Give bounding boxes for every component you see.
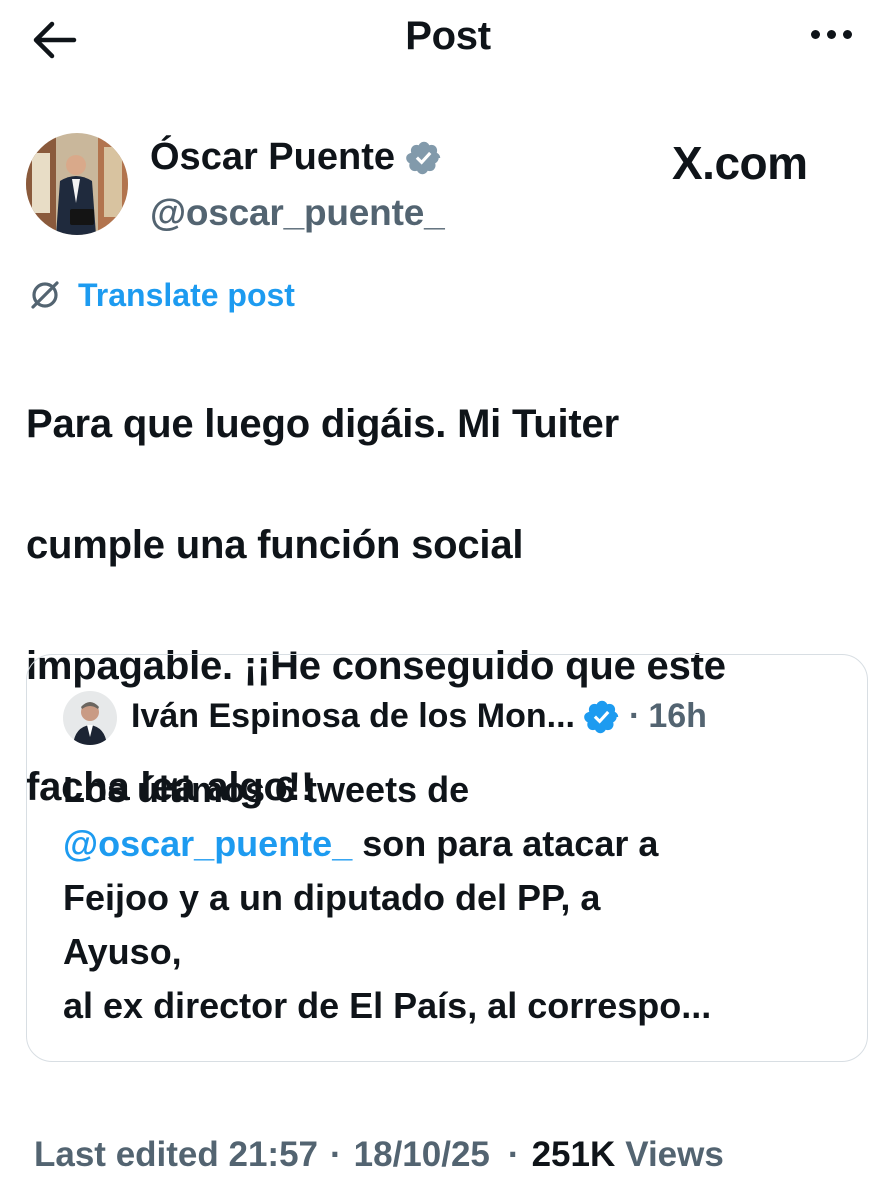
quoted-text-line: al ex director de El País, al correspo..… <box>63 985 712 1026</box>
quoted-text-line: @oscar_puente_ son para atacar a <box>63 817 853 871</box>
quoted-author-name[interactable]: Iván Espinosa de los Mon... <box>131 697 575 736</box>
quoted-avatar-photo <box>63 691 117 745</box>
x-watermark: X.com <box>672 137 808 189</box>
quoted-separator: · <box>628 697 641 735</box>
edited-timestamp[interactable]: Last edited 21:57 <box>34 1135 318 1175</box>
quoted-text-line: Ayuso, <box>63 931 182 972</box>
post-text-line: Para que luego digáis. Mi Tuiter <box>26 401 619 446</box>
quoted-author-avatar[interactable] <box>63 691 117 745</box>
quoted-post-card[interactable]: Iván Espinosa de los Mon... · 16h Los úl… <box>26 654 868 1062</box>
views-label: Views <box>625 1135 724 1174</box>
quoted-post-text: Los últimos 6 tweets de @oscar_puente_ s… <box>63 763 853 1033</box>
verified-badge-icon <box>406 141 441 174</box>
author-handle[interactable]: @oscar_puente_ <box>150 192 445 234</box>
author-name-row[interactable]: Óscar Puente <box>150 136 443 179</box>
globe-slash-icon <box>31 281 59 309</box>
translate-label: Translate post <box>78 276 295 313</box>
quoted-post-header: Iván Espinosa de los Mon... · 16h <box>131 697 707 736</box>
quoted-text-line: Los últimos 6 tweets de <box>63 769 470 810</box>
quoted-timestamp[interactable]: 16h <box>648 697 707 736</box>
views-count: 251K <box>531 1135 616 1174</box>
author-name[interactable]: Óscar Puente <box>150 136 395 179</box>
quoted-text-fragment: son para atacar a <box>352 823 659 864</box>
more-dots-icon <box>811 30 820 39</box>
author-avatar[interactable] <box>26 133 128 235</box>
separator: · <box>507 1135 520 1174</box>
translate-post-link[interactable]: Translate post <box>26 276 295 314</box>
avatar-photo <box>26 133 128 235</box>
mention-link[interactable]: @oscar_puente_ <box>63 823 352 864</box>
quoted-text-line: Feijoo y a un diputado del PP, a <box>63 877 601 918</box>
separator: · <box>330 1135 342 1174</box>
more-options-button[interactable] <box>811 30 852 39</box>
page-title: Post <box>405 14 491 58</box>
post-date[interactable]: 18/10/25 <box>354 1135 490 1175</box>
verified-badge-icon <box>584 700 619 733</box>
post-metadata: Last edited 21:57 · 18/10/25 · 251K View… <box>34 1135 724 1175</box>
post-text-line: cumple una función social <box>26 522 524 567</box>
